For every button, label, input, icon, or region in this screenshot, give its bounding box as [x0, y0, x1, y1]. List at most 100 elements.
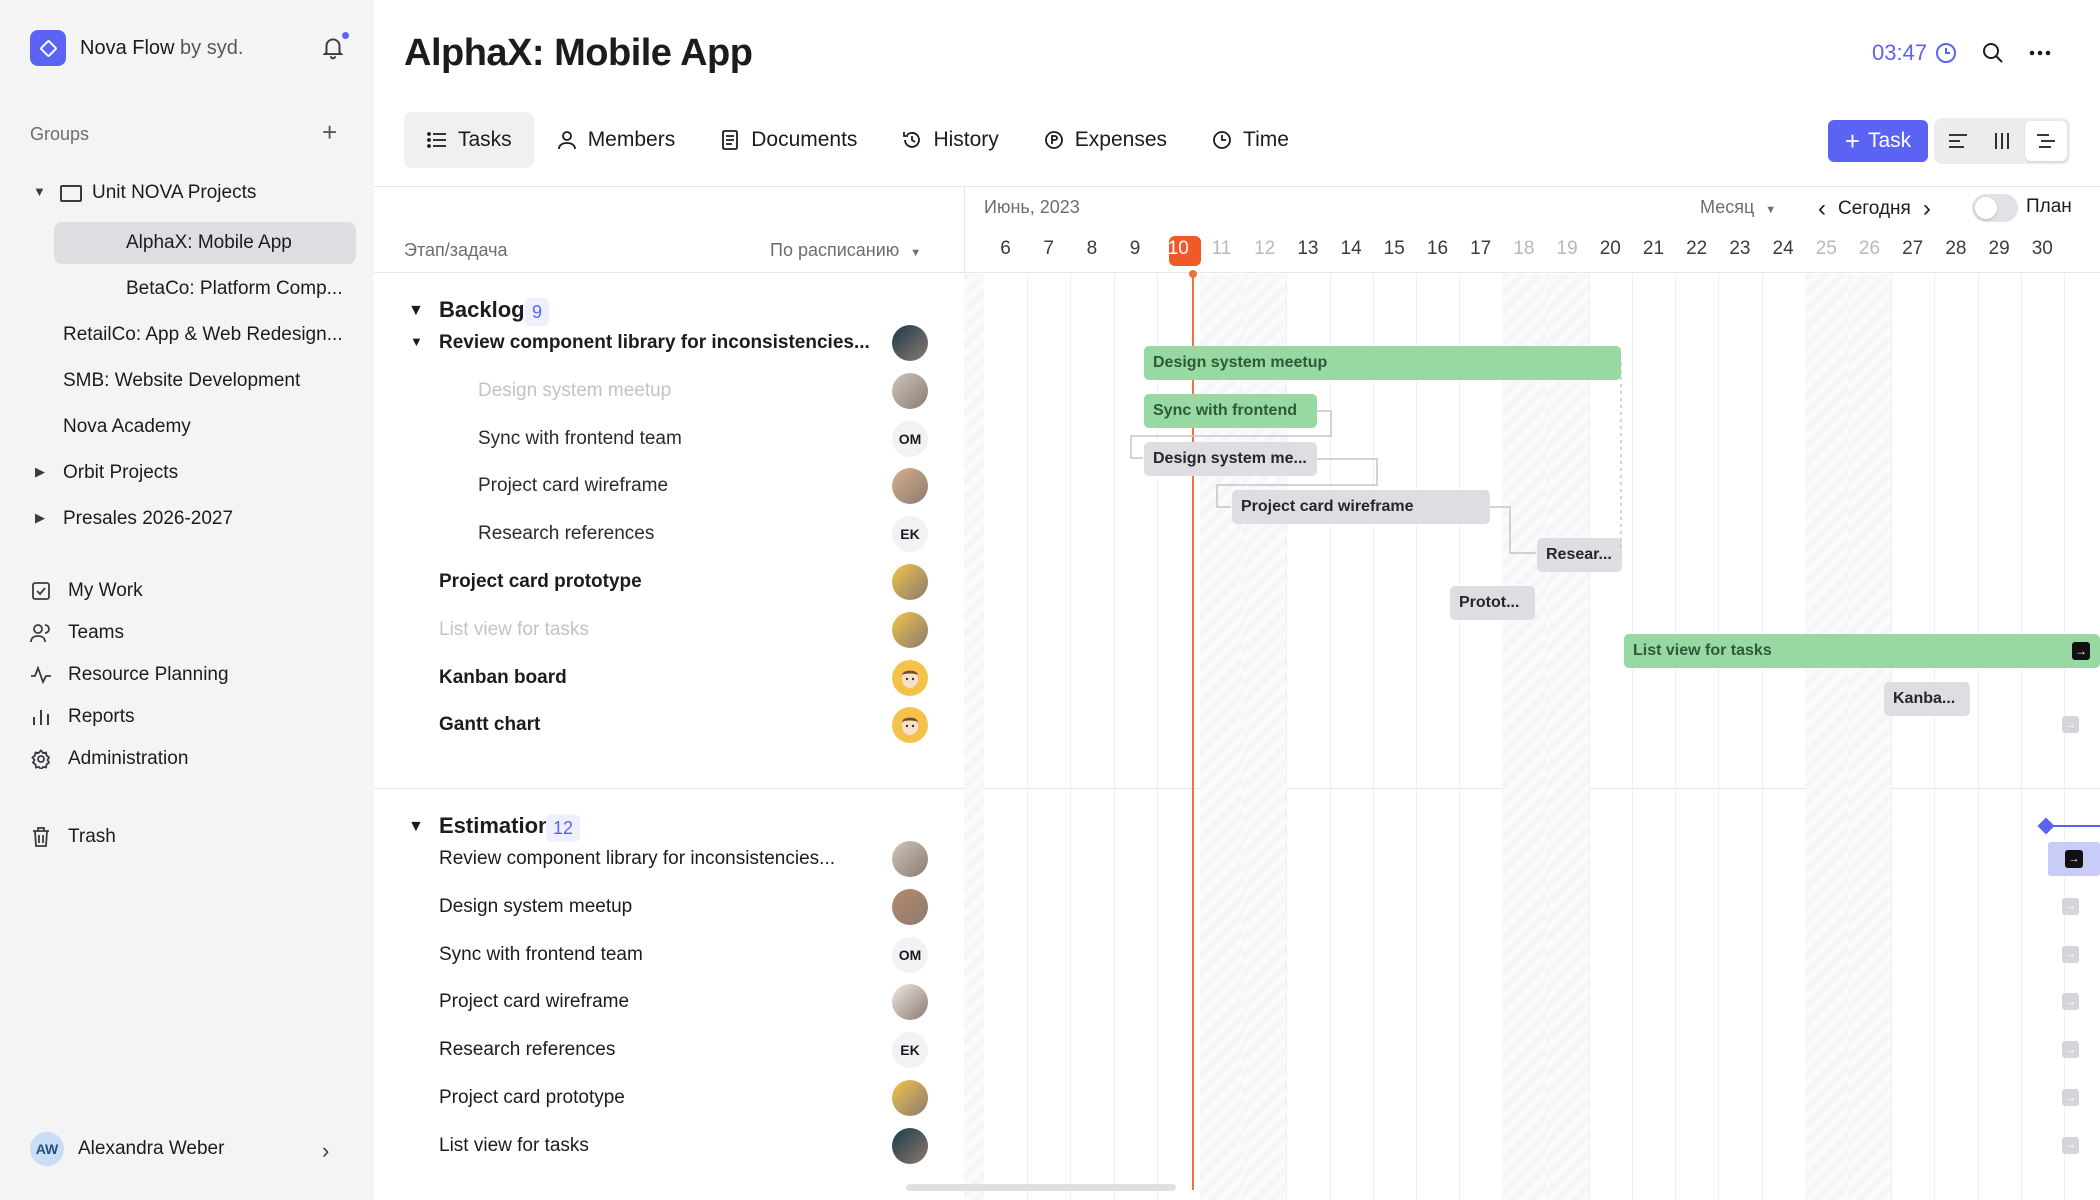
tab-history[interactable]: History	[879, 112, 1020, 168]
task-row-label[interactable]: Project card wireframe	[439, 991, 629, 1013]
gantt-bar[interactable]: List view for tasks	[1624, 634, 2100, 668]
today-button[interactable]: Сегодня	[1838, 198, 1911, 220]
avatar[interactable]	[892, 841, 928, 877]
task-row-label[interactable]: Review component library for inconsisten…	[439, 332, 870, 354]
brand[interactable]: Nova Flow by syd.	[30, 30, 243, 66]
scroll-to-task-icon[interactable]: →	[2062, 1041, 2079, 1059]
avatar[interactable]	[892, 372, 928, 409]
avatar[interactable]	[892, 1127, 928, 1164]
avatar[interactable]	[892, 1080, 928, 1116]
scale-dropdown[interactable]: Месяц ▼	[1700, 197, 1776, 218]
nav-trash[interactable]: Trash	[30, 820, 116, 854]
gantt-bar[interactable]: Sync with frontend	[1144, 394, 1317, 428]
avatar[interactable]	[892, 888, 928, 925]
gantt-bar-label: Design system meetup	[1153, 354, 1328, 371]
user-profile[interactable]: AW Alexandra Weber	[30, 1132, 224, 1166]
task-row-label[interactable]: Gantt chart	[439, 714, 540, 736]
avatar[interactable]	[892, 984, 928, 1021]
task-row-label[interactable]: List view for tasks	[439, 619, 589, 641]
tree-item-label: SMB: Website Development	[63, 370, 301, 391]
tab-tasks[interactable]: Tasks	[404, 112, 534, 168]
group-title-backlog[interactable]: Backlog	[439, 297, 525, 323]
nav-teams[interactable]: Teams	[30, 616, 124, 650]
scroll-to-task-icon[interactable]: →	[2062, 1089, 2079, 1106]
avatar[interactable]: EK	[892, 516, 928, 553]
tab-documents[interactable]: Documents	[697, 112, 879, 168]
avatar[interactable]	[892, 707, 928, 744]
day-label: 17	[1470, 238, 1492, 259]
caret-down-icon[interactable]: ▼	[408, 818, 424, 836]
chevron-right-icon[interactable]: ›	[1923, 195, 1931, 223]
add-task-button[interactable]: + Task	[1828, 120, 1928, 162]
avatar[interactable]	[892, 468, 928, 505]
task-row-label[interactable]: Design system meetup	[439, 896, 632, 918]
avatar[interactable]: OM	[892, 936, 928, 973]
caret-down-icon[interactable]: ▼	[33, 184, 46, 199]
arrow-right-icon[interactable]: →	[2072, 642, 2090, 660]
scroll-to-task-icon[interactable]: →	[2062, 897, 2079, 915]
nav-resource-planning[interactable]: Resource Planning	[30, 658, 229, 692]
day-gridline	[1675, 274, 1677, 1200]
task-row-label[interactable]: Review component library for inconsisten…	[439, 848, 835, 870]
task-row-label[interactable]: Kanban board	[439, 667, 567, 689]
today-dot	[1189, 270, 1197, 278]
task-row-label[interactable]: Project card prototype	[439, 571, 642, 593]
view-gantt-icon[interactable]	[2025, 121, 2067, 161]
task-row-label[interactable]: Sync with frontend team	[478, 428, 682, 450]
task-row-label[interactable]: Sync with frontend team	[439, 944, 643, 966]
day-label: 18	[1513, 238, 1535, 259]
gantt-bar[interactable]: Project card wireframe	[1232, 490, 1490, 524]
chevron-right-icon[interactable]: ›	[322, 1138, 329, 1164]
caret-down-icon[interactable]: ▼	[408, 302, 424, 320]
task-row-label[interactable]: List view for tasks	[439, 1135, 589, 1157]
avatar[interactable]	[892, 659, 928, 696]
nav-administration[interactable]: Administration	[30, 742, 188, 776]
group-title-estimation[interactable]: Estimation	[439, 813, 551, 839]
scroll-to-task-icon[interactable]: →	[2062, 945, 2079, 963]
gantt-bar[interactable]: Resear...	[1537, 538, 1622, 572]
avatar[interactable]	[892, 564, 928, 600]
scroll-to-task-icon[interactable]: →	[2062, 1136, 2079, 1154]
caret-down-icon[interactable]: ▼	[410, 334, 423, 349]
timer[interactable]: 03:47	[1872, 40, 1957, 66]
tab-expenses[interactable]: Expenses	[1021, 112, 1189, 168]
tab-members[interactable]: Members	[534, 112, 698, 168]
day-gridline	[1113, 274, 1115, 1200]
task-row-label[interactable]: Project card prototype	[439, 1087, 625, 1109]
avatar[interactable]: EK	[892, 1032, 928, 1069]
avatar[interactable]	[892, 325, 928, 361]
app-root: Nova Flow by syd. Groups + ▼ Unit NOVA P…	[0, 0, 2100, 1200]
search-icon[interactable]	[1980, 40, 2006, 66]
horizontal-scrollbar[interactable]	[906, 1184, 1176, 1191]
avatar[interactable]: OM	[892, 420, 928, 457]
users-icon	[30, 622, 52, 644]
gantt-bar[interactable]: Protot...	[1450, 586, 1535, 620]
caret-right-icon[interactable]: ▶	[35, 464, 45, 480]
sort-dropdown[interactable]: По расписанию ▼	[770, 240, 921, 261]
view-board-icon[interactable]	[1981, 121, 2023, 161]
plan-toggle[interactable]	[1972, 194, 2018, 222]
tab-time[interactable]: Time	[1189, 112, 1311, 168]
view-list-icon[interactable]	[1937, 121, 1979, 161]
gantt-bar[interactable]: Kanba...	[1884, 682, 1970, 716]
clock-icon	[1936, 43, 1957, 63]
nav-label: Reports	[68, 706, 135, 727]
more-icon[interactable]	[2027, 40, 2053, 66]
caret-right-icon[interactable]: ▶	[35, 510, 45, 526]
task-row-label[interactable]: Project card wireframe	[478, 475, 668, 497]
task-row-label[interactable]: Research references	[478, 523, 654, 545]
task-row-label[interactable]: Design system meetup	[478, 380, 671, 402]
gantt-bar[interactable]: Design system meetup	[1144, 346, 1621, 380]
plan-label: План	[2026, 196, 2072, 217]
avatar[interactable]	[892, 611, 928, 648]
task-row-label[interactable]: Research references	[439, 1039, 615, 1061]
scroll-to-task-icon[interactable]: →	[2062, 993, 2079, 1011]
nav-my-work[interactable]: My Work	[30, 574, 143, 608]
gantt-bar[interactable]: Design system me...	[1144, 442, 1317, 476]
day-gridline	[1632, 274, 1633, 1200]
nav-reports[interactable]: Reports	[30, 700, 135, 734]
add-group-icon[interactable]: +	[322, 119, 337, 145]
scroll-to-task-icon[interactable]: →	[2062, 716, 2079, 734]
chevron-left-icon[interactable]: ‹	[1818, 195, 1826, 223]
scroll-to-task-icon[interactable]: →	[2048, 842, 2100, 876]
